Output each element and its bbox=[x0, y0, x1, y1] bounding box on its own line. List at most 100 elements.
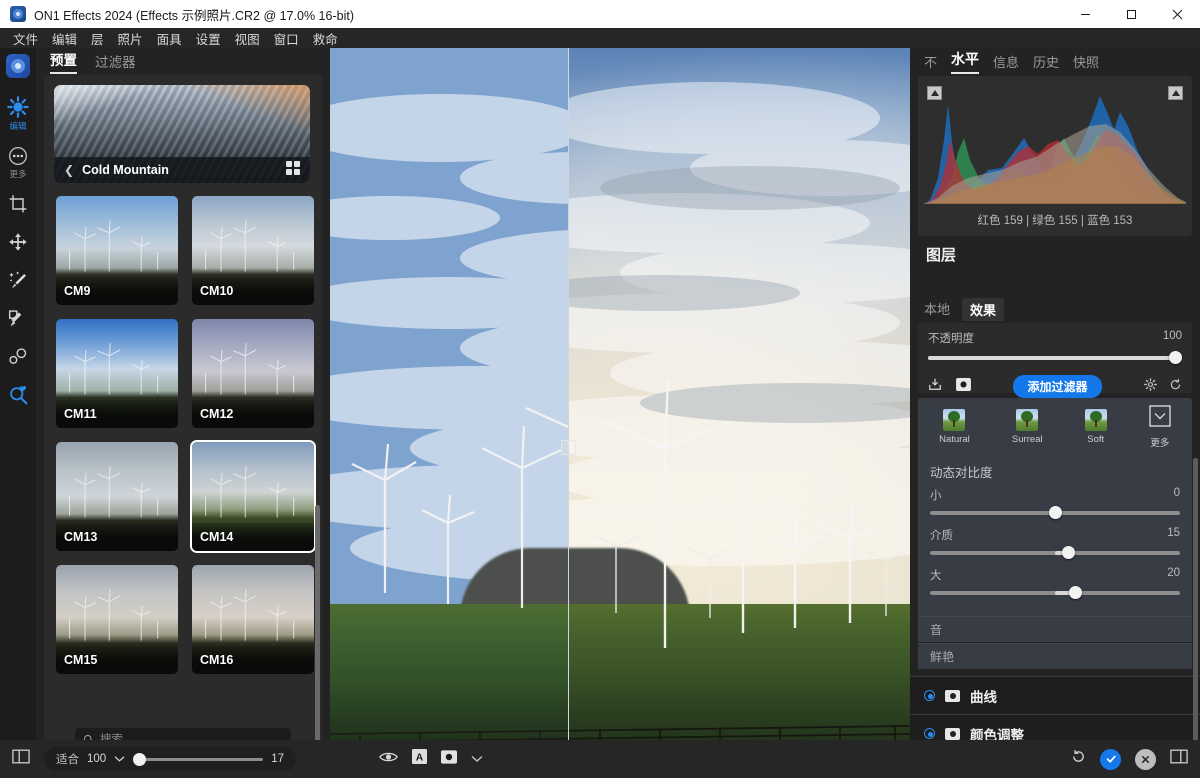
mask-icon[interactable] bbox=[956, 377, 971, 396]
fit-label[interactable]: 适合 bbox=[56, 751, 79, 767]
tab-filters[interactable]: 过滤器 bbox=[95, 51, 136, 74]
tab-local[interactable]: 本地 bbox=[924, 299, 950, 321]
rail-tool-edit[interactable]: 编辑 bbox=[0, 96, 36, 132]
preset-item-cm11[interactable]: CM11 bbox=[54, 317, 180, 430]
style-surreal[interactable]: Surreal bbox=[1012, 409, 1043, 445]
chevron-left-icon[interactable]: ❮ bbox=[64, 164, 74, 176]
shadow-clipping-icon[interactable] bbox=[927, 86, 942, 100]
zoom-value: 100 bbox=[87, 753, 107, 765]
tab-none[interactable]: 不 bbox=[924, 52, 937, 74]
preview-eye-icon[interactable] bbox=[379, 750, 398, 769]
dc-large-label: 大 bbox=[930, 570, 942, 582]
image-canvas[interactable]: 52fanxing.com bbox=[330, 48, 910, 760]
menu-item-help[interactable]: 救命 bbox=[306, 28, 345, 49]
undo-icon[interactable] bbox=[1071, 749, 1086, 769]
menu-item-file[interactable]: 文件 bbox=[6, 28, 45, 49]
show-left-panel-icon[interactable] bbox=[12, 749, 30, 769]
preset-label: CM15 bbox=[56, 646, 178, 674]
right-panel-scrollbar[interactable] bbox=[1193, 458, 1198, 758]
dynamic-contrast-title: 动态对比度 bbox=[930, 466, 993, 480]
menu-item-edit[interactable]: 编辑 bbox=[45, 28, 84, 49]
chevron-down-icon[interactable] bbox=[114, 750, 125, 768]
preset-item-cm9[interactable]: CM9 bbox=[54, 194, 180, 307]
grid-view-icon[interactable] bbox=[286, 160, 300, 180]
presets-scrollbar[interactable] bbox=[315, 505, 320, 746]
gear-icon[interactable] bbox=[1144, 377, 1157, 396]
rail-tool-more[interactable]: 更多 bbox=[0, 146, 36, 180]
rail-tool-zoom[interactable] bbox=[0, 385, 36, 406]
preset-item-cm14[interactable]: CM14 bbox=[190, 440, 316, 553]
preset-item-cm10[interactable]: CM10 bbox=[190, 194, 316, 307]
add-filter-button[interactable]: 添加过滤器 bbox=[1013, 375, 1102, 398]
mask-icon[interactable] bbox=[945, 689, 960, 702]
tab-levels[interactable]: 水平 bbox=[951, 49, 980, 74]
slider-knob[interactable] bbox=[1061, 546, 1075, 559]
dc-small-slider[interactable] bbox=[930, 506, 1180, 520]
sub-row-vibrance[interactable]: 鲜艳 bbox=[918, 643, 1192, 669]
rail-tool-crop[interactable] bbox=[0, 194, 36, 214]
menu-item-mask[interactable]: 面具 bbox=[150, 28, 189, 49]
preset-item-cm16[interactable]: CM16 bbox=[190, 563, 316, 676]
rail-tool-transform[interactable] bbox=[0, 232, 36, 252]
tab-presets[interactable]: 预置 bbox=[50, 49, 77, 74]
slider-knob[interactable] bbox=[1069, 586, 1082, 599]
slider-knob[interactable] bbox=[1049, 506, 1062, 519]
mask-icon[interactable] bbox=[945, 727, 960, 740]
compare-a-icon[interactable]: A bbox=[412, 749, 427, 769]
rail-tool-magic-wand[interactable] bbox=[0, 270, 36, 291]
tab-snapshots[interactable]: 快照 bbox=[1073, 52, 1099, 74]
style-more[interactable]: 更多 bbox=[1149, 405, 1171, 449]
cancel-x-icon[interactable] bbox=[1135, 748, 1156, 770]
chevron-down-icon[interactable] bbox=[471, 750, 483, 768]
brush-size-slider[interactable] bbox=[133, 752, 264, 766]
reset-icon[interactable] bbox=[1169, 378, 1182, 396]
highlight-clipping-icon[interactable] bbox=[1168, 86, 1183, 100]
slider-knob[interactable] bbox=[133, 752, 147, 766]
tab-effects[interactable]: 效果 bbox=[962, 298, 1005, 321]
right-panel-tabs: 不 水平 信息 历史 快照 bbox=[910, 48, 1200, 74]
filter-row-curves[interactable]: 曲线 bbox=[910, 676, 1200, 714]
dc-small-label: 小 bbox=[930, 490, 942, 502]
preset-item-cm13[interactable]: CM13 bbox=[54, 440, 180, 553]
slider-value: 17 bbox=[271, 753, 284, 765]
opacity-slider[interactable] bbox=[928, 351, 1182, 365]
menu-item-layer[interactable]: 层 bbox=[84, 28, 111, 49]
tree-preset-icon bbox=[943, 409, 966, 431]
style-soft[interactable]: Soft bbox=[1084, 409, 1107, 445]
rail-tool-edit-label: 编辑 bbox=[9, 121, 27, 131]
radio-on-icon[interactable] bbox=[924, 690, 935, 701]
opacity-slider-knob[interactable] bbox=[1169, 351, 1182, 364]
compare-split-line bbox=[568, 48, 569, 760]
dc-medium-slider[interactable] bbox=[930, 546, 1180, 560]
dc-large-row: 大 20 bbox=[930, 567, 1180, 583]
bottom-toolbar-right: A bbox=[379, 748, 1188, 770]
style-natural[interactable]: Natural bbox=[939, 409, 970, 445]
menu-item-window[interactable]: 窗口 bbox=[267, 28, 306, 49]
tab-info[interactable]: 信息 bbox=[993, 52, 1019, 74]
preset-group-card[interactable]: ❮ Cold Mountain bbox=[54, 85, 310, 183]
maximize-button[interactable] bbox=[1108, 0, 1154, 28]
minimize-button[interactable] bbox=[1062, 0, 1108, 28]
bottom-toolbar: 适合 100 17 A bbox=[0, 740, 1200, 778]
soft-proof-icon[interactable] bbox=[441, 749, 457, 769]
window-controls bbox=[1062, 0, 1200, 28]
save-preset-icon[interactable] bbox=[928, 377, 942, 396]
preset-item-cm12[interactable]: CM12 bbox=[190, 317, 316, 430]
blemish-remover-icon bbox=[9, 348, 27, 364]
sub-row-tone[interactable]: 音 bbox=[918, 616, 1192, 642]
menu-item-photo[interactable]: 照片 bbox=[111, 28, 150, 49]
dc-large-slider[interactable] bbox=[930, 586, 1180, 600]
preset-item-cm15[interactable]: CM15 bbox=[54, 563, 180, 676]
crop-icon bbox=[9, 195, 27, 213]
accept-check-icon[interactable] bbox=[1100, 748, 1121, 770]
close-button[interactable] bbox=[1154, 0, 1200, 28]
radio-on-icon[interactable] bbox=[924, 728, 935, 739]
tab-history[interactable]: 历史 bbox=[1033, 52, 1059, 74]
rail-tool-blemish-remover[interactable] bbox=[0, 347, 36, 367]
menu-item-view[interactable]: 视图 bbox=[228, 28, 267, 49]
opacity-block: 不透明度 100 添加过滤器 bbox=[918, 323, 1192, 398]
rail-tool-retouch[interactable] bbox=[0, 309, 36, 329]
menu-item-settings[interactable]: 设置 bbox=[189, 28, 228, 49]
show-right-panel-icon[interactable] bbox=[1170, 749, 1188, 769]
compare-split-handle[interactable] bbox=[561, 440, 576, 455]
